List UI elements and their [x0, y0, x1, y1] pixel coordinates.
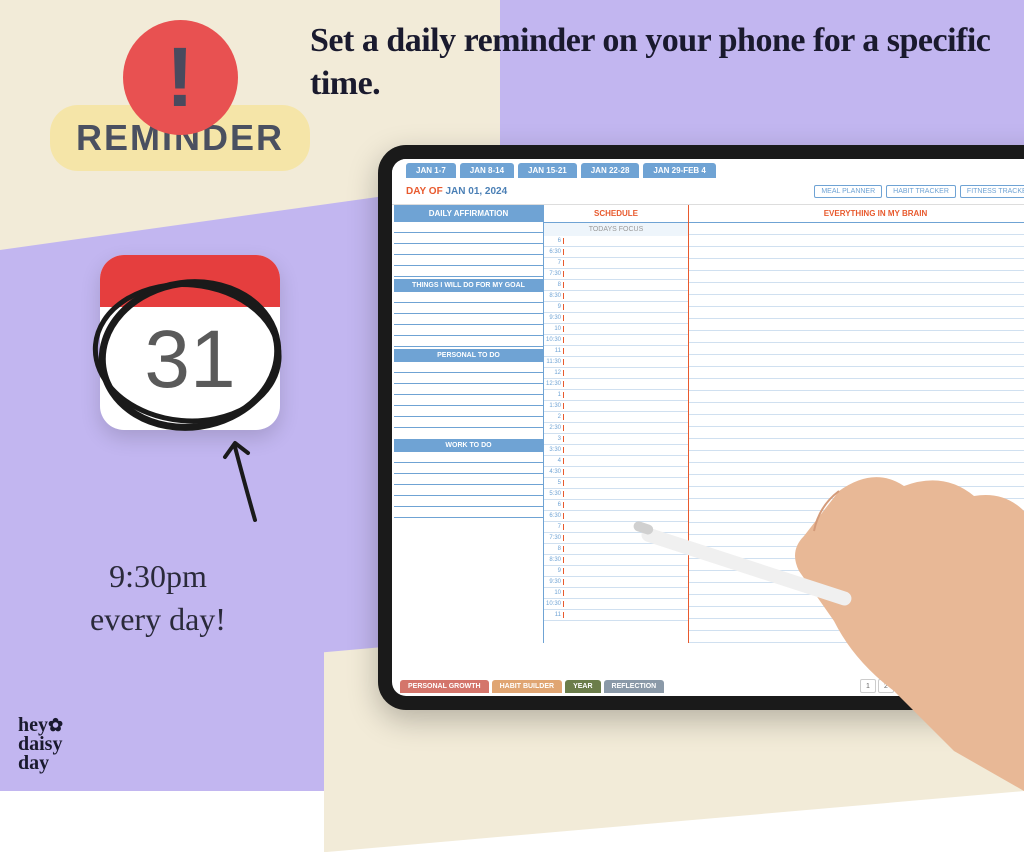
schedule-row[interactable]: 6:30	[544, 247, 688, 258]
calendar-icon: 31	[100, 255, 280, 430]
month-number[interactable]: 2	[878, 679, 894, 693]
schedule-row[interactable]: 11	[544, 346, 688, 357]
tab-habit-builder[interactable]: HABIT BUILDER	[492, 680, 562, 693]
schedule-row[interactable]: 10	[544, 324, 688, 335]
month-number[interactable]: 9	[1004, 679, 1020, 693]
schedule-row[interactable]: 5	[544, 478, 688, 489]
schedule-row[interactable]: 6	[544, 500, 688, 511]
schedule-row[interactable]: 3	[544, 434, 688, 445]
week-tab[interactable]: JAN 8-14	[460, 163, 514, 178]
schedule-row[interactable]: 8:30	[544, 555, 688, 566]
month-number[interactable]: 8	[986, 679, 1002, 693]
month-number[interactable]: 1	[860, 679, 876, 693]
flower-icon: ✿	[48, 717, 63, 734]
reminder-time-note: 9:30pm every day!	[90, 555, 226, 641]
schedule-row[interactable]: 7:30	[544, 269, 688, 280]
schedule-row[interactable]: 4:30	[544, 467, 688, 478]
week-tab[interactable]: JAN 29-FEB 4	[643, 163, 715, 178]
schedule-row[interactable]: 10:30	[544, 599, 688, 610]
schedule-row[interactable]: 9:30	[544, 313, 688, 324]
header-button[interactable]: MEAL PLANNER	[814, 185, 882, 198]
month-number[interactable]: 6	[950, 679, 966, 693]
section-personal: PERSONAL TO DO	[394, 349, 543, 362]
schedule-row[interactable]: 8	[544, 280, 688, 291]
schedule-row[interactable]: 10	[544, 588, 688, 599]
col-brain-header: EVERYTHING IN MY BRAIN	[689, 205, 1024, 223]
header-button[interactable]: HABIT TRACKER	[886, 185, 956, 198]
todays-focus: TODAYS FOCUS	[544, 223, 688, 236]
schedule-row[interactable]: 2:30	[544, 423, 688, 434]
col-affirmation-header: DAILY AFFIRMATION	[394, 205, 543, 222]
headline: Set a daily reminder on your phone for a…	[310, 20, 1000, 105]
tab-year[interactable]: YEAR	[565, 680, 600, 693]
schedule-row[interactable]: 9:30	[544, 577, 688, 588]
section-work: WORK TO DO	[394, 439, 543, 452]
schedule-row[interactable]: 8	[544, 544, 688, 555]
schedule-row[interactable]: 12	[544, 368, 688, 379]
schedule-row[interactable]: 4	[544, 456, 688, 467]
planner-screen: JAN 1-7 JAN 8-14 JAN 15-21 JAN 22-28JAN 29-…	[392, 159, 1024, 696]
tab-personal-growth[interactable]: PERSONAL GROWTH	[400, 680, 489, 693]
exclamation-icon: !	[123, 20, 238, 135]
week-tab[interactable]: JAN 1-7	[406, 163, 456, 178]
schedule-row[interactable]: 6	[544, 236, 688, 247]
week-tab[interactable]: JAN 15-21	[518, 163, 577, 178]
schedule-row[interactable]: 7:30	[544, 533, 688, 544]
schedule-row[interactable]: 10:30	[544, 335, 688, 346]
calendar-day-number: 31	[100, 307, 280, 407]
schedule-row[interactable]: 1	[544, 390, 688, 401]
schedule-row[interactable]: 5:30	[544, 489, 688, 500]
header-button[interactable]: FITNESS TRACKER	[960, 185, 1024, 198]
schedule-row[interactable]: 11:30	[544, 357, 688, 368]
schedule-row[interactable]: 12:30	[544, 379, 688, 390]
tablet-device: JAN 1-7 JAN 8-14 JAN 15-21 JAN 22-28JAN 29-…	[378, 145, 1024, 710]
arrow-icon	[220, 435, 280, 525]
schedule-row[interactable]: 6:30	[544, 511, 688, 522]
col-schedule-header: SCHEDULE	[544, 205, 688, 223]
schedule-row[interactable]: 1:30	[544, 401, 688, 412]
schedule-row[interactable]: 7	[544, 522, 688, 533]
week-tab[interactable]: JAN 22-28	[581, 163, 640, 178]
schedule-row[interactable]: 11	[544, 610, 688, 621]
month-number[interactable]: 4	[914, 679, 930, 693]
section-goal: THINGS I WILL DO FOR MY GOAL	[394, 279, 543, 292]
month-number[interactable]: 3	[896, 679, 912, 693]
schedule-row[interactable]: 3:30	[544, 445, 688, 456]
schedule-row[interactable]: 9	[544, 302, 688, 313]
month-number[interactable]: 7	[968, 679, 984, 693]
schedule-row[interactable]: 7	[544, 258, 688, 269]
reminder-badge: ! REMINDER	[50, 20, 310, 171]
schedule-row[interactable]: 9	[544, 566, 688, 577]
day-of-label: DAY OF JAN 01, 2024	[406, 186, 507, 197]
month-number[interactable]: 5	[932, 679, 948, 693]
brain-dump-area[interactable]	[689, 223, 1024, 643]
schedule-row[interactable]: 2	[544, 412, 688, 423]
schedule-row[interactable]: 8:30	[544, 291, 688, 302]
tab-reflection[interactable]: REFLECTION	[604, 680, 665, 693]
brand-logo: hey✿ daisy day	[18, 716, 63, 773]
